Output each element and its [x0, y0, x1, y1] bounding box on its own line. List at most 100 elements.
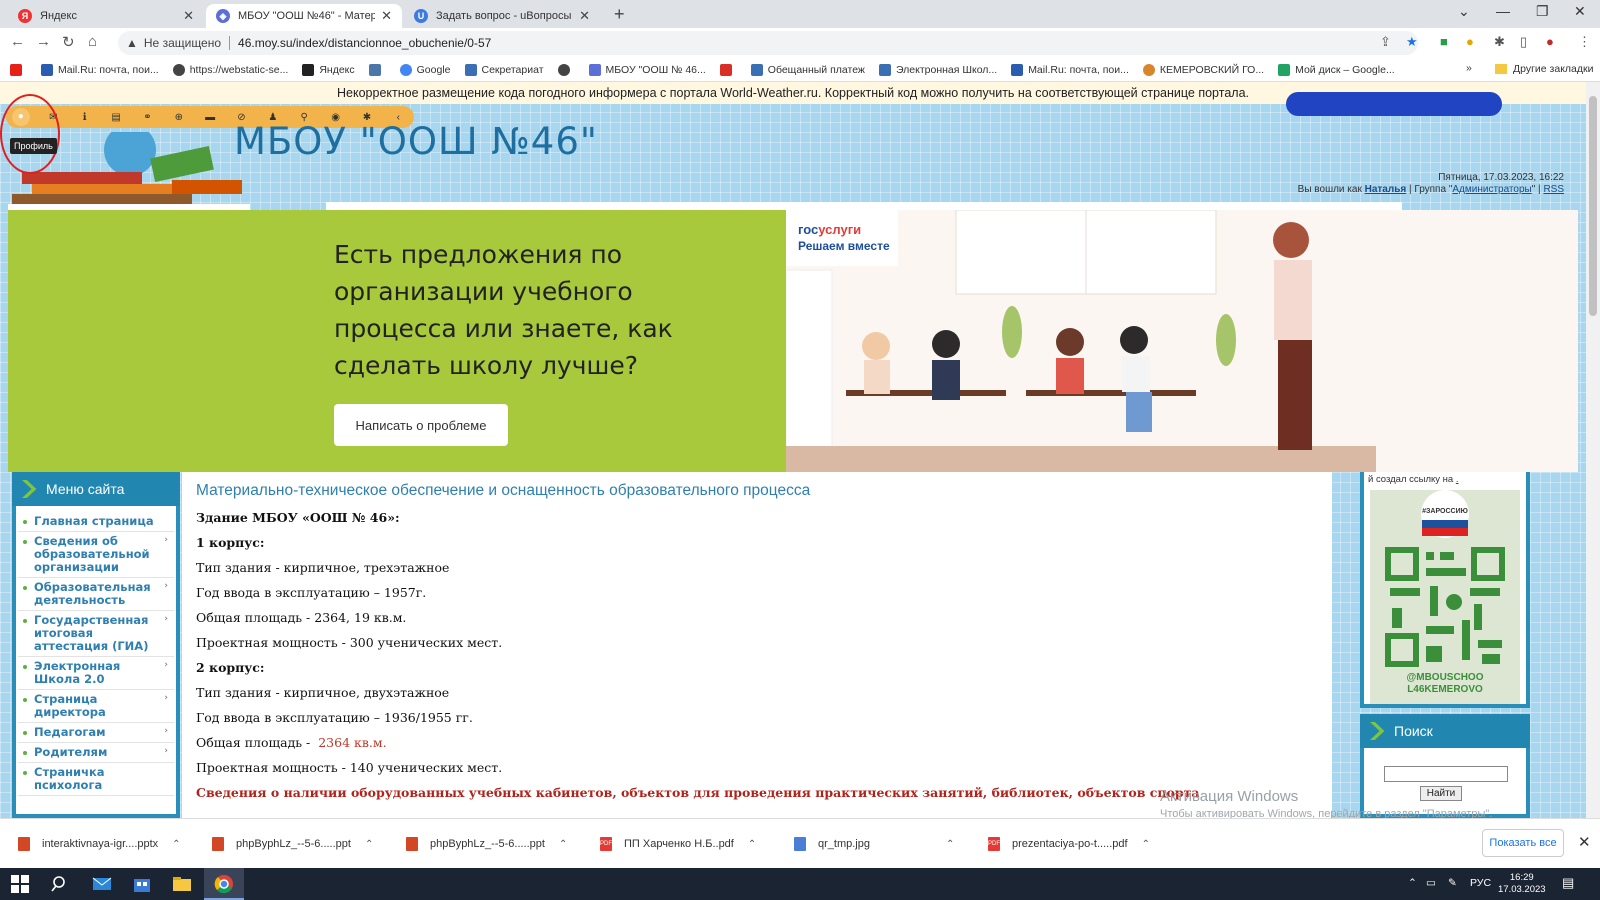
chevron-up-icon[interactable]: ⌃ [748, 839, 756, 850]
back-icon[interactable]: ← [10, 33, 25, 50]
puzzle-icon[interactable]: ✱ [1494, 34, 1505, 50]
download-item[interactable]: interaktivnaya-igr....pptx ⌃ [18, 831, 181, 857]
bookmark-item[interactable]: Яндекс [302, 63, 355, 76]
tab-search-icon[interactable]: ⌄ [1458, 3, 1470, 20]
bookmark-vk[interactable] [368, 63, 386, 76]
search-input[interactable] [1384, 766, 1508, 782]
chevron-up-icon[interactable]: ⌃ [946, 839, 954, 850]
menu-item-director[interactable]: Страница директора › [18, 690, 174, 723]
bookmark-item[interactable]: Электронная Школ... [878, 63, 997, 76]
user-link[interactable]: Наталья [1365, 184, 1407, 195]
chevron-up-icon[interactable]: ⌃ [365, 839, 373, 850]
menu-item-psychologist[interactable]: Страничка психолога [18, 763, 174, 796]
qr-card[interactable]: #ЗАРОССИЮ @MBOUSCHOO L46KEMEROVO [1370, 490, 1520, 704]
download-item[interactable]: PDF ПП Харченко Н.Б..pdf ⌃ [600, 831, 756, 857]
menu-item-org-info[interactable]: Сведения об образовательной организации › [18, 532, 174, 578]
menu-item-label: Главная страница [34, 514, 154, 528]
side-panel-icon[interactable]: ▯ [1520, 34, 1527, 50]
extension-icon[interactable]: ● [1466, 34, 1474, 49]
new-tab-button[interactable]: + [614, 4, 625, 25]
group-link[interactable]: Администраторы [1452, 184, 1531, 195]
menu-item-parents[interactable]: Родителям › [18, 743, 174, 763]
search-icon[interactable] [50, 874, 70, 894]
pen-icon[interactable]: ✎ [1448, 877, 1457, 889]
rss-link[interactable]: RSS [1543, 184, 1564, 195]
tab-uvoprosy[interactable]: U Задать вопрос - uВопросы ✕ [404, 4, 600, 28]
store-icon[interactable] [132, 874, 152, 894]
url-text[interactable]: 46.moy.su/index/distancionnoe_obuchenie/… [238, 36, 491, 50]
search-button[interactable]: Найти [1420, 786, 1462, 801]
bookmark-item[interactable]: КЕМЕРОВСКИЙ ГО... [1142, 63, 1264, 76]
menu-icon[interactable]: ⋮ [1578, 34, 1591, 50]
bookmark-gmail[interactable] [719, 63, 737, 76]
mail-app-icon[interactable] [92, 874, 112, 894]
bookmark-youtube[interactable] [10, 63, 27, 76]
bookmark-item[interactable]: https://webstatic-se... [172, 63, 288, 76]
bookmark-item[interactable]: Обещанный платеж [750, 63, 865, 76]
show-all-downloads-button[interactable]: Показать все [1482, 829, 1564, 857]
address-bar[interactable]: ▲ Не защищено 46.moy.su/index/distancion… [118, 31, 1418, 55]
notifications-icon[interactable]: ▤ [1562, 875, 1574, 891]
menu-item-home[interactable]: Главная страница [18, 512, 174, 532]
page-scrollbar[interactable] [1586, 82, 1600, 818]
close-tab-icon[interactable]: ✕ [183, 8, 194, 24]
minimize-button[interactable]: — [1496, 3, 1510, 19]
page-icon[interactable]: ▤ [100, 112, 131, 123]
accessibility-button[interactable] [1286, 92, 1502, 116]
security-label[interactable]: Не защищено [144, 36, 221, 50]
menu-item-education[interactable]: Образовательная деятельность › [18, 578, 174, 611]
bookmark-item[interactable]: Секретариат [464, 63, 544, 76]
download-item[interactable]: qr_tmp.jpg ⌃ [794, 831, 954, 857]
scrollbar-thumb[interactable] [1589, 96, 1597, 316]
chrome-taskbar-button[interactable] [204, 868, 244, 900]
tab-school-site[interactable]: ◈ МБОУ "ООШ №46" - Материал... ✕ [206, 4, 402, 28]
file-explorer-icon[interactable] [172, 874, 192, 894]
extension-icon[interactable]: ■ [1440, 34, 1448, 49]
download-item[interactable]: phpByphLz_--5-6.....ppt ⌃ [406, 831, 567, 857]
forward-icon[interactable]: → [36, 33, 51, 50]
clock[interactable]: 16:29 17.03.2023 [1498, 872, 1546, 896]
report-problem-button[interactable]: Написать о проблеме [334, 404, 508, 446]
chevron-up-icon[interactable]: ⌃ [1142, 839, 1150, 850]
download-item[interactable]: phpByphLz_--5-6.....ppt ⌃ [212, 831, 373, 857]
chevron-up-icon[interactable]: ⌃ [172, 839, 180, 850]
other-bookmarks-button[interactable]: Другие закладки [1495, 63, 1593, 75]
bookmark-star-icon[interactable]: ★ [1406, 34, 1418, 50]
folder-icon[interactable]: ▬ [194, 112, 225, 123]
close-downloads-icon[interactable]: ✕ [1578, 833, 1591, 851]
bookmark-globe[interactable] [557, 63, 575, 76]
windows-start-icon[interactable] [10, 874, 30, 894]
menu-item-teachers[interactable]: Педагогам › [18, 723, 174, 743]
close-window-button[interactable]: ✕ [1574, 3, 1586, 20]
chevron-up-icon[interactable]: ⌃ [559, 839, 567, 850]
restore-button[interactable]: ❐ [1536, 3, 1549, 20]
site-icon [588, 63, 601, 76]
add-icon[interactable]: ⊕ [163, 112, 194, 123]
tray-chevron-icon[interactable]: ⌃ [1408, 877, 1417, 889]
bookmark-item[interactable]: Mail.Ru: почта, пои... [1011, 63, 1129, 76]
network-icon[interactable]: ▭ [1426, 877, 1436, 889]
tab-yandex[interactable]: Я Яндекс ✕ [8, 4, 204, 28]
close-tab-icon[interactable]: ✕ [579, 8, 590, 24]
bookmark-item[interactable]: МБОУ "ООШ № 46... [588, 63, 706, 76]
reload-icon[interactable]: ↻ [62, 33, 75, 51]
menu-item-gia[interactable]: Государственная итоговая аттестация (ГИА… [18, 611, 174, 657]
info-icon[interactable]: ℹ [69, 112, 100, 123]
menu-item-e-school[interactable]: Электронная Школа 2.0 › [18, 657, 174, 690]
avatar[interactable]: ● [1546, 34, 1554, 49]
home-icon[interactable]: ⌂ [88, 33, 97, 50]
share-icon[interactable]: ⇪ [1380, 34, 1391, 50]
qr-caption-link[interactable]: . [1456, 474, 1459, 485]
bookmark-item[interactable]: Google [399, 63, 451, 76]
download-item[interactable]: PDF prezentaciya-po-t.....pdf ⌃ [988, 831, 1150, 857]
bullet-icon [23, 751, 27, 755]
bookmark-item[interactable]: Мой диск – Google... [1278, 63, 1395, 76]
link-icon[interactable]: ⚭ [132, 112, 163, 123]
language-indicator[interactable]: РУС [1470, 877, 1491, 889]
bookmark-item[interactable]: Mail.Ru: почта, пои... [41, 63, 159, 76]
warning-icon[interactable]: ▲ [126, 36, 138, 50]
close-tab-icon[interactable]: ✕ [381, 8, 392, 24]
pdf-file-icon: PDF [600, 837, 612, 851]
bookmarks-more-button[interactable]: » [1466, 62, 1472, 74]
gosuslugi-banner[interactable]: Есть предложения по организации учебного… [8, 210, 1578, 472]
